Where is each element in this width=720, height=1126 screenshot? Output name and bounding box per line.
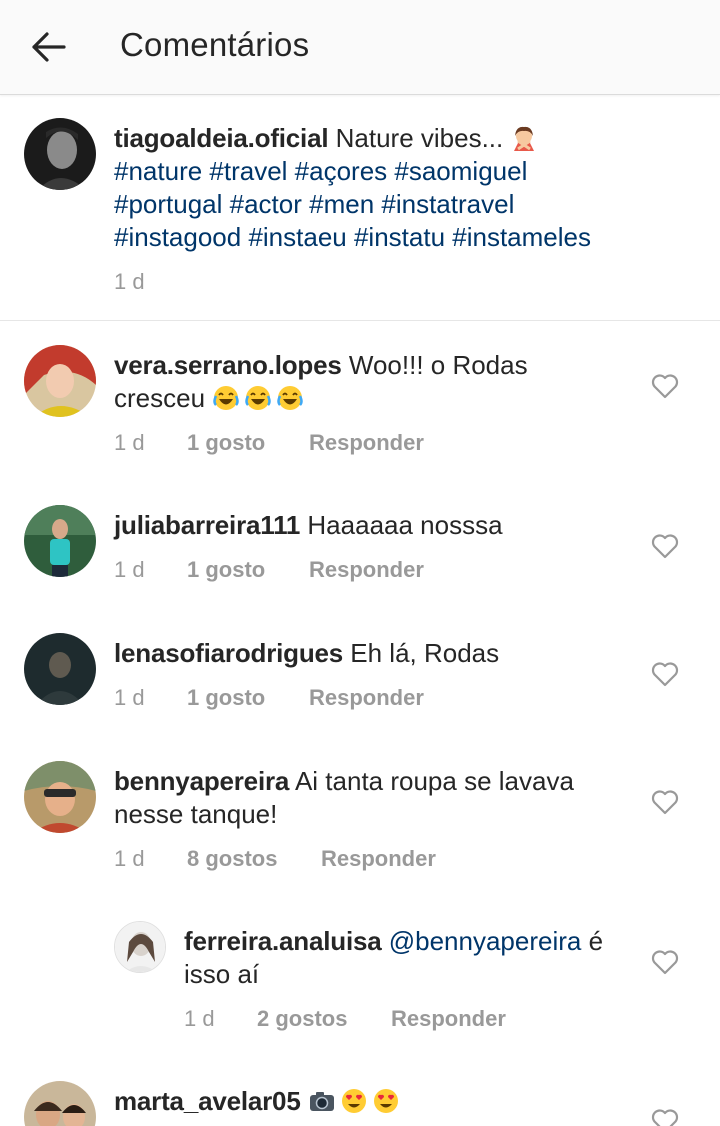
heart-outline-icon[interactable] xyxy=(651,949,679,975)
comment-text: lenasofiarodrigues Eh lá, Rodas xyxy=(114,637,634,670)
reply-button[interactable]: Responder xyxy=(391,1006,506,1032)
comment-body: Haaaaaa nosssa xyxy=(307,510,503,540)
post-caption: tiagoaldeia.oficial Nature vibes... #nat… xyxy=(0,96,720,321)
reply-username[interactable]: ferreira.analuisa xyxy=(184,926,382,956)
avatar[interactable] xyxy=(24,345,96,417)
reply-body-cont: isso aí xyxy=(184,959,260,989)
avatar[interactable] xyxy=(114,921,166,973)
comment-meta: 1 d 1 gosto Responder xyxy=(114,557,424,583)
app-bar: Comentários xyxy=(0,0,720,95)
caption-username[interactable]: tiagoaldeia.oficial xyxy=(114,123,329,153)
caption-body: Nature vibes... xyxy=(335,123,504,153)
timestamp: 1 d xyxy=(114,430,145,455)
likes-count[interactable]: 1 gosto xyxy=(187,685,309,711)
timestamp: 1 d xyxy=(114,846,145,871)
comment-username[interactable]: marta_avelar05 xyxy=(114,1086,301,1116)
reply-meta: 1 d 2 gostos Responder xyxy=(184,1006,506,1032)
comment-body: Ai tanta roupa se lavava xyxy=(294,766,574,796)
likes-count[interactable]: 1 gosto xyxy=(187,430,309,456)
reply-button[interactable]: Responder xyxy=(309,557,424,583)
comment-meta: 1 d 8 gostos Responder xyxy=(114,846,436,872)
avatar[interactable] xyxy=(24,761,96,833)
mention-link[interactable]: @bennyapereira xyxy=(389,926,582,956)
reply-button[interactable]: Responder xyxy=(309,430,424,456)
avatar[interactable] xyxy=(24,118,96,190)
likes-count[interactable]: 1 gosto xyxy=(187,557,309,583)
caption-hashtags-line2[interactable]: #portugal #actor #men #instatravel xyxy=(114,188,694,221)
caption-hashtags-line1[interactable]: #nature #travel #açores #saomiguel xyxy=(114,155,694,188)
comment-text: bennyapereira Ai tanta roupa se lavava n… xyxy=(114,765,634,831)
timestamp: 1 d xyxy=(114,557,145,582)
avatar[interactable] xyxy=(24,633,96,705)
page-title: Comentários xyxy=(120,26,310,63)
timestamp: 1 d xyxy=(114,269,145,294)
comment-meta: 1 d 1 gosto Responder xyxy=(114,685,424,711)
heart-eyes-emoji xyxy=(373,1089,398,1113)
likes-count[interactable]: 2 gostos xyxy=(257,1006,391,1032)
comment-username[interactable]: lenasofiarodrigues xyxy=(114,638,343,668)
face-with-tears-of-joy-emoji xyxy=(213,386,240,410)
comment-username[interactable]: bennyapereira xyxy=(114,766,289,796)
timestamp: 1 d xyxy=(184,1006,215,1031)
comment-text: vera.serrano.lopes Woo!!! o Rodas cresce… xyxy=(114,349,634,415)
avatar[interactable] xyxy=(24,505,96,577)
heart-outline-icon[interactable] xyxy=(651,661,679,687)
comment-body: Woo!!! o Rodas xyxy=(348,350,528,380)
comment-body: Eh lá, Rodas xyxy=(350,638,500,668)
heart-outline-icon[interactable] xyxy=(651,789,679,815)
comment-body-cont: nesse tanque! xyxy=(114,799,278,829)
comment-username[interactable]: juliabarreira111 xyxy=(114,510,300,540)
caption-hashtags-line3[interactable]: #instagood #instaeu #instatu #instameles xyxy=(114,221,694,254)
reply-text: ferreira.analuisa @bennyapereira é isso … xyxy=(184,925,634,991)
face-with-tears-of-joy-emoji xyxy=(245,386,272,410)
likes-count[interactable]: 8 gostos xyxy=(187,846,321,872)
heart-outline-icon[interactable] xyxy=(651,533,679,559)
arrow-left-icon xyxy=(32,32,66,62)
face-with-tears-of-joy-emoji xyxy=(277,386,304,410)
reply-button[interactable]: Responder xyxy=(321,846,436,872)
heart-outline-icon[interactable] xyxy=(651,373,679,399)
back-button[interactable] xyxy=(22,22,74,72)
comment-body-cont: cresceu xyxy=(114,383,206,413)
heart-eyes-emoji xyxy=(341,1089,366,1113)
comment-username[interactable]: vera.serrano.lopes xyxy=(114,350,342,380)
camera-emoji xyxy=(309,1092,334,1111)
comment-text: marta_avelar05 xyxy=(114,1085,634,1118)
comment-meta: 1 d 1 gosto Responder xyxy=(114,430,424,456)
heart-outline-icon[interactable] xyxy=(651,1108,679,1126)
person-gesturing-no-emoji xyxy=(514,126,535,151)
reply-body: é xyxy=(588,926,604,956)
caption-meta: 1 d xyxy=(114,269,145,295)
timestamp: 1 d xyxy=(114,685,145,710)
caption-text: tiagoaldeia.oficial Nature vibes... #nat… xyxy=(114,122,694,254)
comment-text: juliabarreira111 Haaaaaa nosssa xyxy=(114,509,634,542)
reply-button[interactable]: Responder xyxy=(309,685,424,711)
avatar[interactable] xyxy=(24,1081,96,1126)
